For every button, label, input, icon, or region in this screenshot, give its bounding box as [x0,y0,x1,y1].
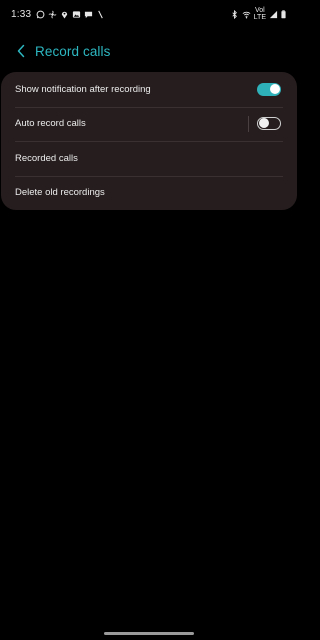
setting-auto-record[interactable]: Auto record calls [1,106,297,142]
status-left: 1:33 [11,9,105,20]
status-time: 1:33 [11,8,32,20]
chevron-left-icon [17,44,25,58]
status-right: Vol LTE [230,7,286,21]
show-notification-toggle[interactable] [257,82,281,96]
signal-icon [269,10,278,18]
setting-label: Auto record calls [15,118,86,130]
auto-record-toggle[interactable] [257,117,281,131]
wifi-icon [242,11,251,18]
page-title: Record calls [35,43,111,59]
battery-icon [281,9,286,18]
toggle-divider [248,115,249,132]
setting-delete-old-recordings[interactable]: Delete old recordings [1,175,297,211]
setting-label: Recorded calls [15,152,78,164]
app-header: Record calls [0,36,298,66]
fan-icon [48,10,57,18]
toggle-wrapper [248,115,281,132]
gallery-icon [73,10,81,18]
slash-icon [98,10,104,18]
settings-card: Show notification after recording Auto r… [1,72,297,210]
setting-recorded-calls[interactable]: Recorded calls [1,141,297,176]
toggle-wrapper [257,82,281,96]
setting-label: Show notification after recording [15,83,151,95]
setting-label: Delete old recordings [15,187,105,199]
network-label: Vol LTE [253,7,266,21]
toggle-knob [269,84,280,95]
bluetooth-icon [232,9,237,19]
screen: 1:33 Vol LTE Record calls Show notificat… [0,0,298,640]
location-icon [62,11,68,19]
toggle-knob [258,118,269,129]
navigation-handle[interactable] [104,632,194,635]
status-bar: 1:33 Vol LTE [0,0,298,28]
whatsapp-icon [36,10,45,18]
chat-icon [85,11,93,18]
setting-show-notification[interactable]: Show notification after recording [1,72,297,107]
back-button[interactable] [10,40,32,62]
